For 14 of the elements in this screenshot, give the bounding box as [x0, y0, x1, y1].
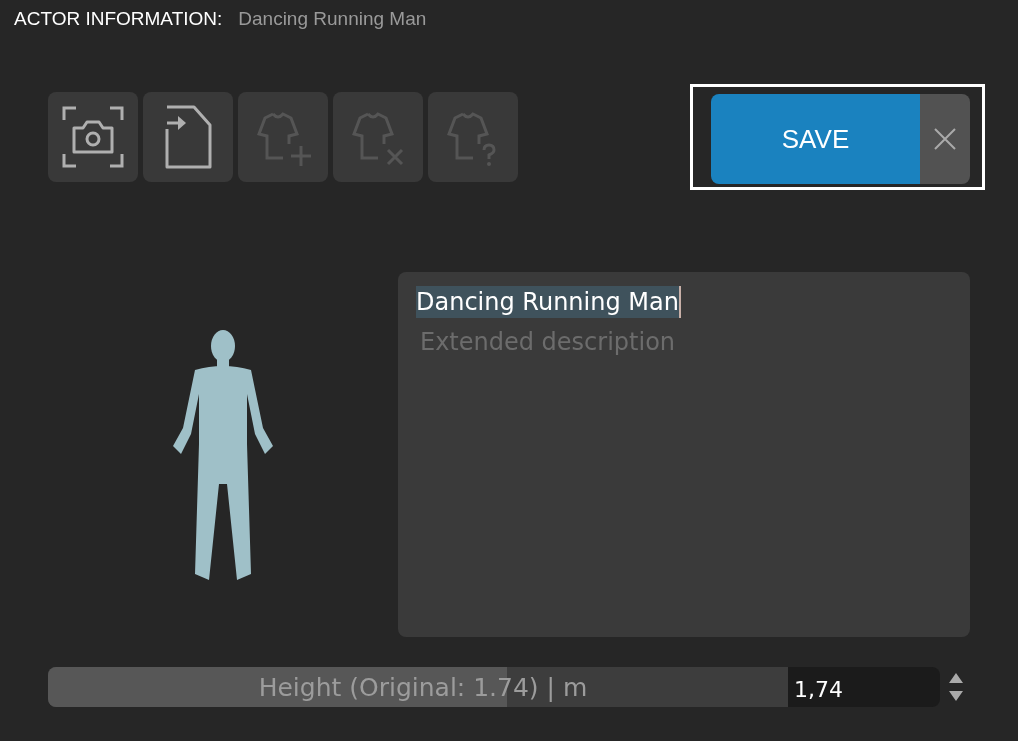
height-label: Height (Original: 1.74) | m — [257, 672, 588, 702]
close-icon — [934, 128, 956, 150]
height-slider[interactable]: Height (Original: 1.74) | m — [48, 667, 788, 707]
close-button[interactable] — [920, 94, 970, 184]
save-button[interactable]: SAVE — [711, 94, 920, 184]
camera-icon — [62, 106, 124, 168]
toolbar-button[interactable] — [143, 92, 233, 182]
section-title: ACTOR INFORMATION: — [14, 8, 223, 30]
title-input[interactable]: Dancing Running Man — [416, 286, 681, 318]
spinner-arrows-icon[interactable] — [948, 671, 964, 703]
toolbar-button[interactable] — [48, 92, 138, 182]
file-import-icon — [164, 105, 212, 169]
height-input[interactable]: 1,74 — [788, 667, 940, 707]
actor-name: Dancing Running Man — [238, 8, 427, 30]
